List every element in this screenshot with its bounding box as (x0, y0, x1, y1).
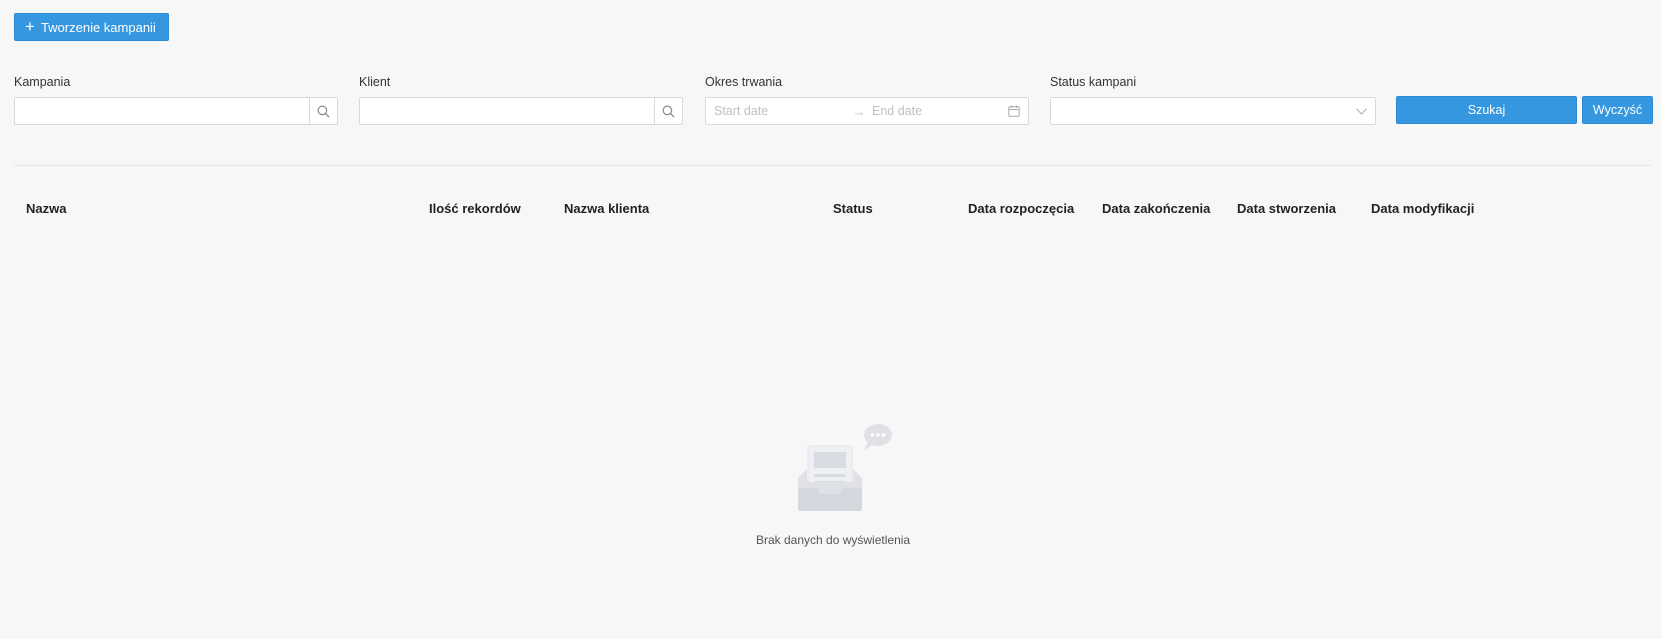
column-header-name[interactable]: Nazwa (26, 201, 66, 216)
column-header-start-date[interactable]: Data rozpoczęcia (968, 201, 1074, 216)
range-arrow-icon: → (852, 103, 866, 119)
client-search-input[interactable] (360, 98, 654, 124)
clear-button[interactable]: Wyczyść (1582, 96, 1653, 124)
search-button[interactable]: Szukaj (1396, 96, 1577, 124)
status-select[interactable] (1050, 97, 1376, 125)
end-date-input[interactable]: End date (872, 104, 1008, 118)
filter-divider (14, 165, 1651, 166)
campaign-search-input[interactable] (15, 98, 309, 124)
date-range-picker[interactable]: Start date → End date (705, 97, 1029, 125)
calendar-icon (1008, 105, 1020, 117)
empty-inbox-icon (798, 424, 892, 511)
client-filter-label: Klient (359, 75, 391, 89)
start-date-input[interactable]: Start date (714, 104, 850, 118)
column-header-modified-date[interactable]: Data modyfikacji (1371, 201, 1474, 216)
column-header-client-name[interactable]: Nazwa klienta (564, 201, 649, 216)
campaign-filter-label: Kampania (14, 75, 71, 89)
campaign-search-icon[interactable] (309, 98, 337, 124)
status-filter-label: Status kampani (1050, 75, 1137, 89)
chevron-down-icon (1356, 107, 1367, 115)
column-header-status[interactable]: Status (833, 201, 873, 216)
column-header-created-date[interactable]: Data stworzenia (1237, 201, 1336, 216)
plus-icon: + (25, 17, 35, 36)
create-campaign-button[interactable]: + Tworzenie kampanii (14, 13, 169, 41)
period-filter-label: Okres trwania (705, 75, 783, 89)
create-campaign-label: Tworzenie kampanii (40, 19, 156, 35)
campaign-search-field (14, 97, 338, 125)
empty-state-text: Brak danych do wyświetlenia (756, 533, 911, 547)
column-header-end-date[interactable]: Data zakończenia (1102, 201, 1210, 216)
client-search-icon[interactable] (654, 98, 682, 124)
column-header-record-count[interactable]: Ilość rekordów (429, 201, 521, 216)
client-search-field (359, 97, 683, 125)
